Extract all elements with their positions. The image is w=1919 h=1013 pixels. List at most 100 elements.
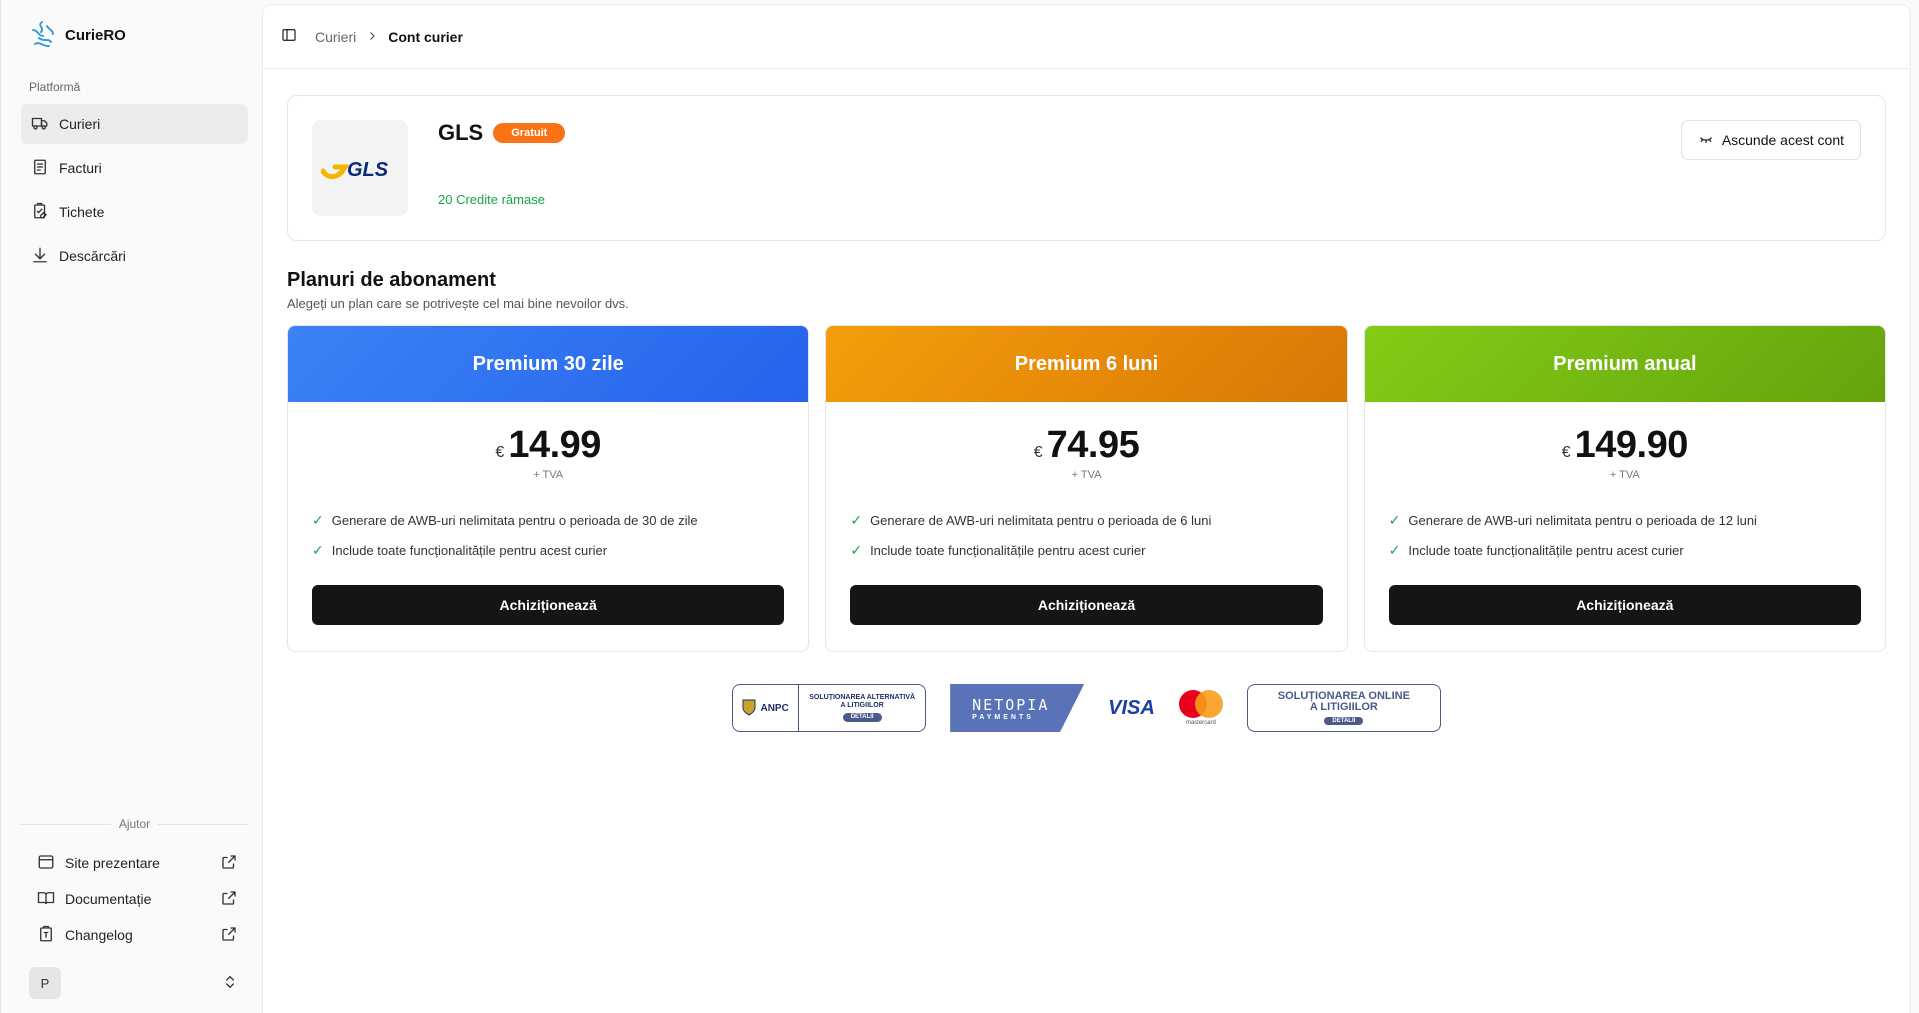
price-row: € 14.99: [312, 424, 784, 467]
sal-line-2: A LITIGIILOR: [840, 702, 884, 710]
courier-account-card: GLS GLS Gratuit 20 Credite rămase Ascund…: [287, 95, 1886, 241]
sol-badge[interactable]: SOLUȚIONAREA ONLINE A LITIGIILOR DETALII: [1246, 684, 1441, 732]
feature-text: Generare de AWB-uri nelimitata pentru o …: [870, 512, 1212, 528]
sidebar-item-tichete[interactable]: Tichete: [21, 192, 248, 232]
plan-card-6-months: Premium 6 luni € 74.95 + TVA ✓ Generare d…: [825, 325, 1348, 652]
sal-text: SOLUȚIONAREA ALTERNATIVĂ A LITIGIILOR DE…: [799, 694, 925, 722]
plans-grid: Premium 30 zile € 14.99 + TVA ✓ Generare …: [287, 325, 1886, 652]
plan-price: 149.90: [1574, 424, 1689, 466]
buy-button-30-days[interactable]: Achiziționează: [312, 585, 785, 625]
anpc-logo: ANPC: [733, 685, 800, 731]
sidebar: CurieRO Platformă Curieri Facturi Tichet…: [0, 0, 262, 1013]
gls-logo-icon: GLS: [321, 159, 389, 181]
brand[interactable]: CurieRO: [21, 0, 248, 70]
sidebar-item-label: Descărcări: [59, 248, 126, 264]
check-icon: ✓: [1388, 511, 1401, 528]
help-label: Ajutor: [118, 817, 151, 831]
tax-note: + TVA: [1071, 469, 1102, 481]
currency-symbol: €: [1561, 444, 1571, 461]
ticket-icon: [31, 202, 49, 223]
plans-title: Planuri de abonament: [287, 269, 496, 291]
tax-note: + TVA: [1609, 469, 1640, 481]
hide-account-label: Ascunde acest cont: [1721, 132, 1844, 148]
sidebar-item-curieri[interactable]: Curieri: [21, 104, 248, 144]
check-icon: ✓: [312, 541, 324, 558]
hide-account-button[interactable]: Ascunde acest cont: [1680, 120, 1861, 160]
breadcrumb: Curieri Cont curier: [315, 29, 463, 45]
sidebar-link-site-prezentare[interactable]: Site prezentare: [21, 845, 248, 881]
sidebar-link-label: Site prezentare: [65, 855, 160, 871]
plans-subtitle: Alegeți un plan care se potrivește cel m…: [287, 296, 629, 311]
main-panel: Curieri Cont curier GLS GLS Gratuit 20 C…: [262, 4, 1911, 1013]
status-badge: Gratuit: [493, 123, 566, 143]
buy-button-annual[interactable]: Achiziționează: [1388, 585, 1861, 625]
browser-icon: [37, 853, 55, 874]
check-icon: ✓: [1388, 541, 1401, 558]
courier-logo: GLS: [312, 120, 408, 216]
brand-name: CurieRO: [65, 26, 126, 44]
feature-text: Include toate funcționalitățile pentru a…: [331, 542, 608, 558]
buy-button-6-months[interactable]: Achiziționează: [850, 585, 1323, 625]
plan-body: € 14.99 + TVA ✓ Generare de AWB-uri nelim…: [288, 402, 808, 649]
tax-note: + TVA: [533, 469, 564, 481]
svg-text:GLS: GLS: [347, 159, 389, 181]
check-icon: ✓: [850, 511, 863, 528]
feature-list: ✓ Generare de AWB-uri nelimitata pentru o…: [850, 505, 1322, 565]
sidebar-item-facturi[interactable]: Facturi: [21, 148, 248, 188]
user-menu[interactable]: P: [21, 953, 248, 1013]
currency-symbol: €: [495, 444, 505, 461]
feature-text: Generare de AWB-uri nelimitata pentru o …: [1408, 512, 1757, 528]
external-link-icon: [220, 853, 238, 874]
help-divider: Ajutor: [21, 817, 248, 831]
sidebar-toggle-icon[interactable]: [281, 27, 297, 46]
check-icon: ✓: [850, 541, 863, 558]
sidebar-section-label: Platformă: [29, 80, 81, 94]
credits-remaining: 20 Credite rămase: [438, 192, 545, 207]
sal-line-1: SOLUȚIONAREA ALTERNATIVĂ: [809, 694, 916, 701]
chevron-right-icon: [366, 29, 378, 45]
invoice-icon: [31, 158, 49, 179]
book-icon: [37, 889, 55, 910]
feature-text: Include toate funcționalitățile pentru a…: [870, 542, 1146, 558]
plan-price: 14.99: [508, 424, 601, 466]
sol-details-pill: DETALII: [1324, 716, 1364, 726]
avatar: P: [29, 967, 61, 999]
plan-header: Premium 30 zile: [288, 326, 809, 402]
brand-logo-icon: [29, 20, 55, 51]
courier-title-row: GLS Gratuit: [438, 120, 566, 146]
plan-header: Premium anual: [1364, 326, 1885, 402]
payment-badges: ANPC SOLUȚIONAREA ALTERNATIVĂ A LITIGIIL…: [287, 684, 1886, 732]
price-row: € 149.90: [1389, 424, 1861, 467]
sidebar-link-documentatie[interactable]: Documentație: [21, 881, 248, 917]
feature-list: ✓ Generare de AWB-uri nelimitata pentru o…: [312, 505, 784, 565]
mastercard-circles-icon: [1178, 690, 1223, 718]
topbar: Curieri Cont curier: [263, 5, 1910, 69]
netopia-text: NETOPIA: [972, 695, 1050, 714]
mastercard-text: mastercard: [1185, 720, 1216, 726]
courier-info: GLS Gratuit 20 Credite rămase: [438, 120, 566, 216]
breadcrumb-parent[interactable]: Curieri: [315, 29, 356, 45]
breadcrumb-current: Cont curier: [388, 28, 463, 45]
plan-price: 74.95: [1046, 424, 1140, 466]
mastercard-logo: mastercard: [1178, 690, 1223, 726]
feature-list: ✓ Generare de AWB-uri nelimitata pentru o…: [1389, 505, 1861, 565]
netopia-badge[interactable]: NETOPIA PAYMENTS: [950, 684, 1085, 732]
anpc-text: ANPC: [760, 702, 789, 714]
sidebar-link-changelog[interactable]: Changelog: [21, 917, 248, 953]
netopia-subtext: PAYMENTS: [972, 713, 1034, 721]
price-row: € 74.95: [850, 424, 1322, 467]
sidebar-item-label: Curieri: [59, 116, 101, 132]
plans-header: Planuri de abonament Alegeți un plan car…: [287, 269, 1886, 311]
anpc-sal-badge[interactable]: ANPC SOLUȚIONAREA ALTERNATIVĂ A LITIGIIL…: [732, 684, 927, 732]
plan-body: € 149.90 + TVA ✓ Generare de AWB-uri neli…: [1365, 402, 1885, 649]
download-icon: [31, 246, 49, 267]
feature-text: Generare de AWB-uri nelimitata pentru o …: [331, 512, 698, 528]
sidebar-link-label: Documentație: [65, 891, 152, 907]
plan-name: Premium 6 luni: [1014, 352, 1159, 375]
check-icon: ✓: [312, 511, 324, 528]
sidebar-item-descarcari[interactable]: Descărcări: [21, 236, 248, 276]
eye-closed-icon: [1698, 132, 1714, 149]
feature-item: ✓ Include toate funcționalitățile pentru …: [1389, 535, 1861, 565]
app-root: CurieRO Platformă Curieri Facturi Tichet…: [0, 0, 1919, 1013]
content: GLS GLS Gratuit 20 Credite rămase Ascund…: [263, 69, 1910, 758]
